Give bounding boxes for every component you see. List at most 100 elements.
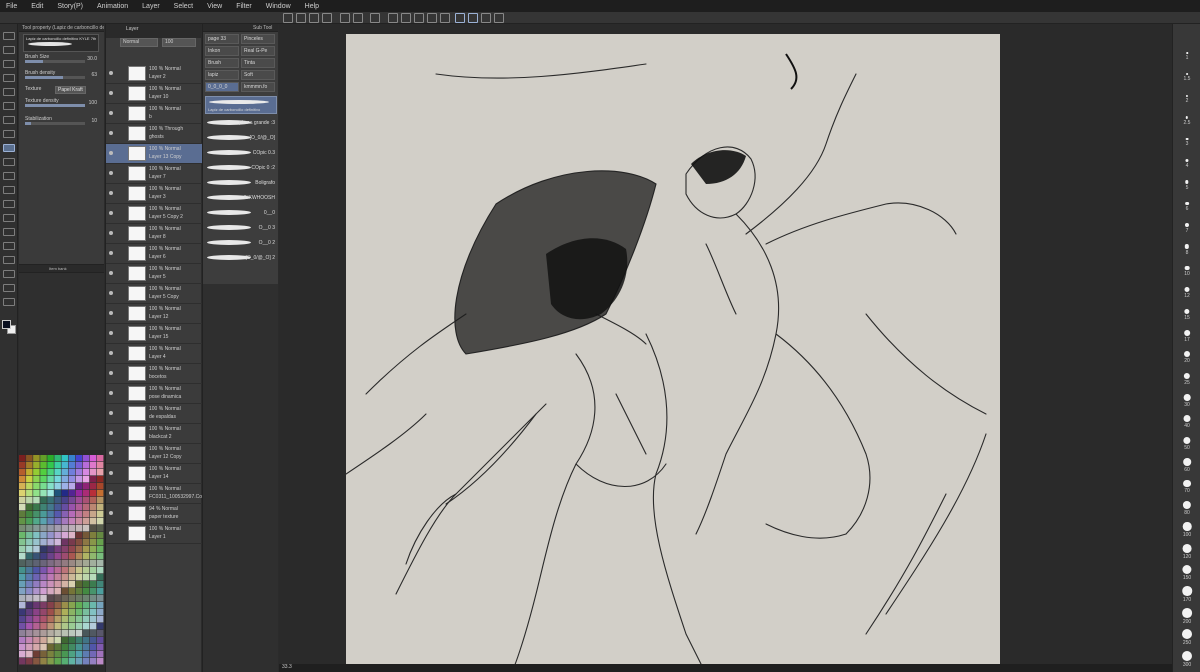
- color-swatch[interactable]: [96, 595, 104, 602]
- color-swatch[interactable]: [54, 630, 61, 637]
- color-swatch[interactable]: [61, 511, 68, 518]
- color-swatch[interactable]: [54, 518, 61, 525]
- layer-row[interactable]: 100 % Normal Layer 7: [106, 164, 202, 184]
- color-swatch[interactable]: [33, 546, 40, 553]
- color-swatch[interactable]: [26, 581, 33, 588]
- color-swatch[interactable]: [89, 525, 97, 532]
- color-swatch[interactable]: [26, 455, 33, 462]
- color-swatch[interactable]: [75, 630, 83, 637]
- color-swatch[interactable]: [61, 581, 68, 588]
- color-swatch[interactable]: [19, 525, 26, 532]
- color-swatch[interactable]: [26, 623, 33, 630]
- color-swatch[interactable]: [33, 588, 40, 595]
- color-swatch[interactable]: [19, 539, 26, 546]
- color-swatch[interactable]: [40, 623, 47, 630]
- color-swatch[interactable]: [68, 560, 76, 567]
- color-swatch[interactable]: [61, 595, 68, 602]
- layer-row[interactable]: 100 % Normal blackcat 2: [106, 424, 202, 444]
- color-swatch[interactable]: [89, 602, 97, 609]
- layer-row[interactable]: 100 % Normal Layer 5: [106, 264, 202, 284]
- color-swatch[interactable]: [68, 539, 76, 546]
- move-tool-icon[interactable]: [3, 46, 15, 54]
- color-swatch[interactable]: [82, 574, 90, 581]
- color-swatch[interactable]: [33, 658, 40, 665]
- color-swatch[interactable]: [68, 651, 76, 658]
- brush-size-dot[interactable]: [1182, 522, 1192, 531]
- color-swatch[interactable]: [40, 567, 47, 574]
- brush-size-dot[interactable]: [1183, 372, 1191, 379]
- brush-size-dot[interactable]: [1185, 158, 1189, 162]
- color-swatch[interactable]: [33, 525, 40, 532]
- color-swatch[interactable]: [19, 518, 26, 525]
- color-swatch[interactable]: [96, 630, 104, 637]
- color-swatch[interactable]: [96, 581, 104, 588]
- color-swatch[interactable]: [75, 525, 83, 532]
- color-swatch[interactable]: [26, 518, 33, 525]
- color-swatch[interactable]: [96, 504, 104, 511]
- color-swatch[interactable]: [82, 518, 90, 525]
- color-swatch[interactable]: [75, 581, 83, 588]
- color-swatch[interactable]: [89, 651, 97, 658]
- color-swatch[interactable]: [54, 616, 61, 623]
- color-swatch[interactable]: [96, 623, 104, 630]
- color-swatch[interactable]: [89, 469, 97, 476]
- brush-density-row[interactable]: Brush density 63: [25, 70, 101, 80]
- brush-row[interactable]: O__0 2: [205, 238, 277, 249]
- color-swatch[interactable]: [47, 469, 54, 476]
- new-file-icon[interactable]: [296, 13, 306, 23]
- color-swatch[interactable]: [68, 511, 76, 518]
- color-swatch[interactable]: [33, 511, 40, 518]
- color-swatch[interactable]: [26, 546, 33, 553]
- color-swatch[interactable]: [75, 504, 83, 511]
- color-swatch[interactable]: [89, 455, 97, 462]
- layer-row[interactable]: 100 % Normal Layer 12 Copy: [106, 444, 202, 464]
- color-swatch[interactable]: [82, 581, 90, 588]
- subtool-group-page33[interactable]: page 33: [205, 34, 239, 44]
- layer-visibility-eye-icon[interactable]: [109, 291, 113, 295]
- color-swatch[interactable]: [54, 525, 61, 532]
- color-swatch[interactable]: [82, 525, 90, 532]
- brush-size-row[interactable]: Brush Size 30.0: [25, 54, 101, 64]
- color-swatch[interactable]: [75, 511, 83, 518]
- color-swatch[interactable]: [47, 553, 54, 560]
- color-swatch[interactable]: [61, 476, 68, 483]
- color-swatch[interactable]: [26, 532, 33, 539]
- color-swatch[interactable]: [61, 462, 68, 469]
- fill-icon[interactable]: [388, 13, 398, 23]
- brush-size-dot[interactable]: [1185, 180, 1189, 184]
- color-swatch[interactable]: [54, 588, 61, 595]
- color-swatch[interactable]: [89, 623, 97, 630]
- color-swatch[interactable]: [68, 574, 76, 581]
- color-swatch[interactable]: [82, 644, 90, 651]
- color-swatch[interactable]: [82, 630, 90, 637]
- color-swatch[interactable]: [96, 609, 104, 616]
- color-swatch[interactable]: [54, 532, 61, 539]
- layer-visibility-eye-icon[interactable]: [109, 191, 113, 195]
- menu-animation[interactable]: Animation: [97, 3, 128, 10]
- ruler-tool-icon[interactable]: [3, 284, 15, 292]
- color-swatch[interactable]: [68, 532, 76, 539]
- color-swatch[interactable]: [68, 497, 76, 504]
- brush-size-dot[interactable]: [1185, 116, 1189, 119]
- color-swatch[interactable]: [89, 532, 97, 539]
- color-swatch[interactable]: [61, 588, 68, 595]
- color-swatch[interactable]: [33, 581, 40, 588]
- crop-icon[interactable]: [427, 13, 437, 23]
- color-swatch[interactable]: [40, 595, 47, 602]
- layer-visibility-eye-icon[interactable]: [109, 391, 113, 395]
- color-swatch[interactable]: [82, 560, 90, 567]
- color-swatch[interactable]: [82, 483, 90, 490]
- color-swatch[interactable]: [96, 455, 104, 462]
- color-swatch[interactable]: [68, 658, 76, 665]
- brush-size-dot[interactable]: [1183, 458, 1191, 466]
- brush-row[interactable]: [O_0/@_O] 2: [205, 253, 277, 264]
- color-swatch[interactable]: [54, 553, 61, 560]
- color-swatch[interactable]: [82, 637, 90, 644]
- brush-tool-icon[interactable]: [3, 158, 15, 166]
- color-swatch[interactable]: [75, 560, 83, 567]
- layer-visibility-eye-icon[interactable]: [109, 311, 113, 315]
- color-swatch[interactable]: [68, 546, 76, 553]
- color-swatch[interactable]: [47, 595, 54, 602]
- color-swatch[interactable]: [26, 483, 33, 490]
- color-swatch[interactable]: [33, 602, 40, 609]
